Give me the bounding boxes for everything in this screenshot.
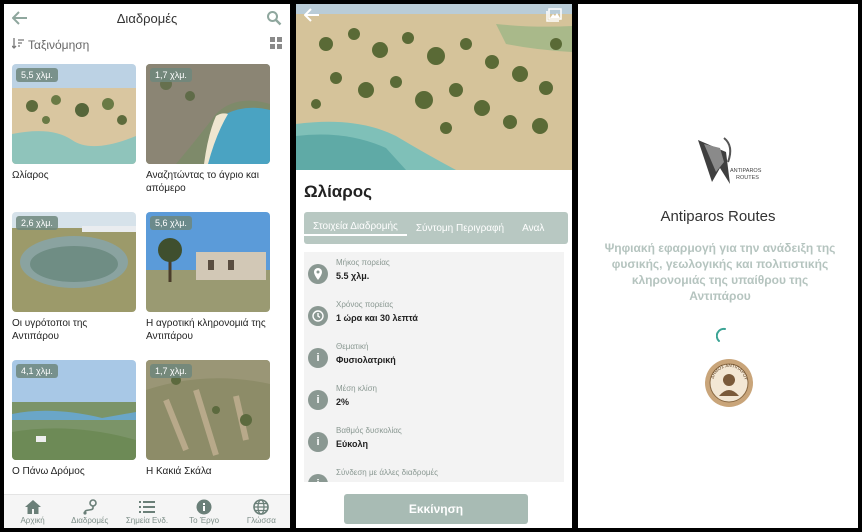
detail-tabs: Στοιχεία Διαδρομής Σύντομη Περιγραφή Ανα… bbox=[304, 212, 568, 244]
route-name: Αναζητώντας το άγριο και απόμερο bbox=[146, 170, 259, 194]
route-name: Η αγροτική κληρονομιά της Αντιπάρου bbox=[146, 318, 266, 342]
grid-view-icon[interactable] bbox=[270, 36, 282, 54]
route-image: 1,7 χλμ. bbox=[146, 360, 270, 460]
distance-badge: 5,6 χλμ. bbox=[150, 216, 192, 230]
app-title: Antiparos Routes bbox=[660, 208, 776, 225]
detail-row-length: Μήκος πορείας 5.5 χλμ. bbox=[304, 252, 564, 294]
logo-text-routes: ROUTES bbox=[736, 175, 759, 181]
detail-row-theme: i Θεματική Φυσιολατρική bbox=[304, 336, 564, 378]
distance-badge: 2,6 χλμ. bbox=[16, 216, 58, 230]
route-image: 2,6 χλμ. bbox=[12, 212, 136, 312]
sort-label: Ταξινόμηση bbox=[28, 38, 90, 52]
sort-button[interactable]: Ταξινόμηση bbox=[11, 38, 90, 52]
distance-badge: 1,7 χλμ. bbox=[150, 68, 192, 82]
route-image: 4,1 χλμ. bbox=[12, 360, 136, 460]
app-logo: ANTIPAROS ROUTES bbox=[690, 132, 766, 192]
info-icon: i bbox=[308, 390, 328, 410]
route-card[interactable]: 2,6 χλμ. Οι υγρότοποι της Αντιπάρου bbox=[12, 212, 136, 343]
map-pin-icon bbox=[308, 264, 328, 284]
clock-icon bbox=[308, 306, 328, 326]
route-name: Ο Πάνω Δρόμος bbox=[12, 466, 85, 477]
route-name: Οι υγρότοποι της Αντιπάρου bbox=[12, 318, 88, 342]
route-name: Η Κακιά Σκάλα bbox=[146, 466, 212, 477]
home-icon bbox=[24, 498, 42, 516]
tab-points-of-interest[interactable]: Σημεία Ενδ. bbox=[120, 498, 174, 525]
sort-icon bbox=[11, 38, 24, 52]
loading-spinner-icon bbox=[715, 327, 734, 345]
route-card[interactable]: 1,7 χλμ. Η Κακιά Σκάλα bbox=[146, 360, 270, 478]
sort-bar: Ταξινόμηση bbox=[4, 32, 290, 58]
municipality-seal: ΔΗΜΟΣ ΑΝΤΙΠΑΡΟΥ bbox=[704, 358, 754, 408]
screenshot-collage: Διαδρομές Ταξινόμηση 5,5 χλμ. Ωλίαρος 1,… bbox=[0, 0, 862, 532]
route-card[interactable]: 5,5 χλμ. Ωλίαρος bbox=[12, 64, 136, 182]
detail-row-connections: i Σύνδεση με άλλες διαδρομές bbox=[304, 462, 564, 482]
route-image: 1,7 χλμ. bbox=[146, 64, 270, 164]
tab-more[interactable]: Αναλ bbox=[513, 223, 553, 234]
page-title: Διαδρομές bbox=[116, 10, 178, 26]
tab-route-details[interactable]: Στοιχεία Διαδρομής bbox=[304, 221, 407, 236]
app-description: Ψηφιακή εφαρμογή για την ανάδειξη της φυ… bbox=[604, 241, 836, 303]
route-image: 5,6 χλμ. bbox=[146, 212, 270, 312]
route-detail-screen: Ωλίαρος Στοιχεία Διαδρομής Σύντομη Περιγ… bbox=[296, 4, 572, 528]
back-arrow-icon[interactable] bbox=[303, 8, 320, 27]
route-card[interactable]: 1,7 χλμ. Αναζητώντας το άγριο και απόμερ… bbox=[146, 64, 270, 195]
tab-language[interactable]: Γλώσσα bbox=[234, 498, 288, 525]
detail-row-slope: i Μέση κλίση 2% bbox=[304, 378, 564, 420]
hero-image bbox=[296, 4, 572, 170]
start-button[interactable]: Εκκίνηση bbox=[344, 494, 528, 524]
tab-routes[interactable]: Διαδρομές bbox=[63, 498, 117, 525]
distance-badge: 1,7 χλμ. bbox=[150, 364, 192, 378]
route-details-list: Μήκος πορείας 5.5 χλμ. Χρόνος πορείας 1 … bbox=[304, 252, 564, 482]
route-card[interactable]: 4,1 χλμ. Ο Πάνω Δρόμος bbox=[12, 360, 136, 478]
detail-row-duration: Χρόνος πορείας 1 ώρα και 30 λεπτά bbox=[304, 294, 564, 336]
info-icon: i bbox=[308, 348, 328, 368]
detail-row-difficulty: i Βαθμός δυσκολίας Εύκολη bbox=[304, 420, 564, 462]
tab-home[interactable]: Αρχική bbox=[6, 498, 60, 525]
routes-list-screen: Διαδρομές Ταξινόμηση 5,5 χλμ. Ωλίαρος 1,… bbox=[4, 4, 290, 528]
info-icon bbox=[196, 498, 212, 516]
header: Διαδρομές bbox=[4, 4, 290, 32]
route-image: 5,5 χλμ. bbox=[12, 64, 136, 164]
info-icon: i bbox=[308, 432, 328, 452]
search-icon[interactable] bbox=[266, 10, 282, 26]
tab-short-description[interactable]: Σύντομη Περιγραφή bbox=[407, 223, 513, 234]
splash-screen: ANTIPAROS ROUTES Antiparos Routes Ψηφιακ… bbox=[578, 4, 858, 528]
bottom-tab-bar: Αρχική Διαδρομές Σημεία Ενδ. Το Έργο Γλώ… bbox=[4, 494, 290, 528]
route-card[interactable]: 5,6 χλμ. Η αγροτική κληρονομιά της Αντιπ… bbox=[146, 212, 270, 343]
distance-badge: 5,5 χλμ. bbox=[16, 68, 58, 82]
route-name: Ωλίαρος bbox=[12, 170, 49, 181]
route-title: Ωλίαρος bbox=[304, 182, 372, 201]
distance-badge: 4,1 χλμ. bbox=[16, 364, 58, 378]
tab-project[interactable]: Το Έργο bbox=[177, 498, 231, 525]
routes-grid: 5,5 χλμ. Ωλίαρος 1,7 χλμ. Αναζητώντας το… bbox=[4, 58, 290, 484]
route-icon bbox=[81, 498, 99, 516]
list-icon bbox=[138, 498, 156, 516]
globe-icon bbox=[253, 498, 270, 516]
back-arrow-icon[interactable] bbox=[12, 11, 28, 25]
logo-text-antiparos: ANTIPAROS bbox=[730, 168, 762, 174]
gallery-icon[interactable] bbox=[546, 8, 562, 27]
info-icon: i bbox=[308, 474, 328, 482]
